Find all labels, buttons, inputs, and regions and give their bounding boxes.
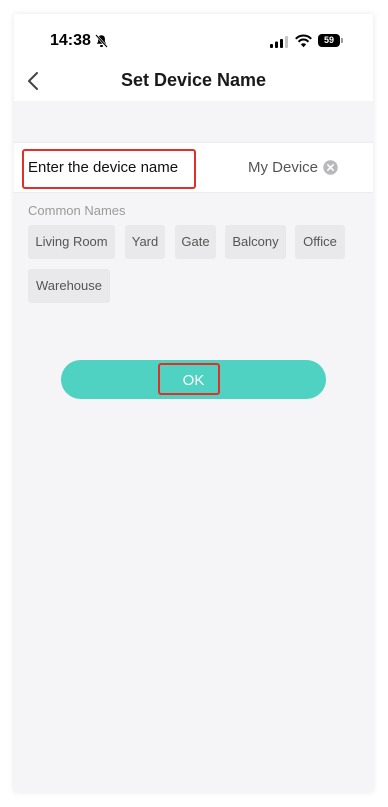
- chip-warehouse[interactable]: Warehouse: [28, 269, 110, 303]
- battery-level: 59: [318, 34, 340, 47]
- common-names-title: Common Names: [28, 203, 126, 218]
- chip-gate[interactable]: Gate: [175, 225, 216, 259]
- device-name-label: Enter the device name: [28, 159, 179, 176]
- chip-living-room[interactable]: Living Room: [28, 225, 115, 259]
- device-name-input[interactable]: [214, 156, 318, 178]
- clear-circle-icon[interactable]: [323, 160, 338, 175]
- chip-office[interactable]: Office: [295, 225, 345, 259]
- chip-yard[interactable]: Yard: [125, 225, 165, 259]
- chip-balcony[interactable]: Balcony: [225, 225, 286, 259]
- wifi-icon: [295, 34, 312, 48]
- bell-muted-icon: [95, 34, 108, 48]
- battery-icon: 59: [318, 34, 344, 47]
- device-name-row: Enter the device name: [14, 142, 373, 193]
- page-title: Set Device Name: [120, 70, 267, 90]
- ok-button[interactable]: OK: [61, 360, 326, 399]
- app-screen: 14:38 59 Set Device Name Enter the devic…: [14, 14, 373, 792]
- top-bar: 14:38 59 Set Device Name: [14, 14, 373, 101]
- cellular-signal-icon: [270, 36, 288, 48]
- status-time: 14:38: [50, 32, 91, 49]
